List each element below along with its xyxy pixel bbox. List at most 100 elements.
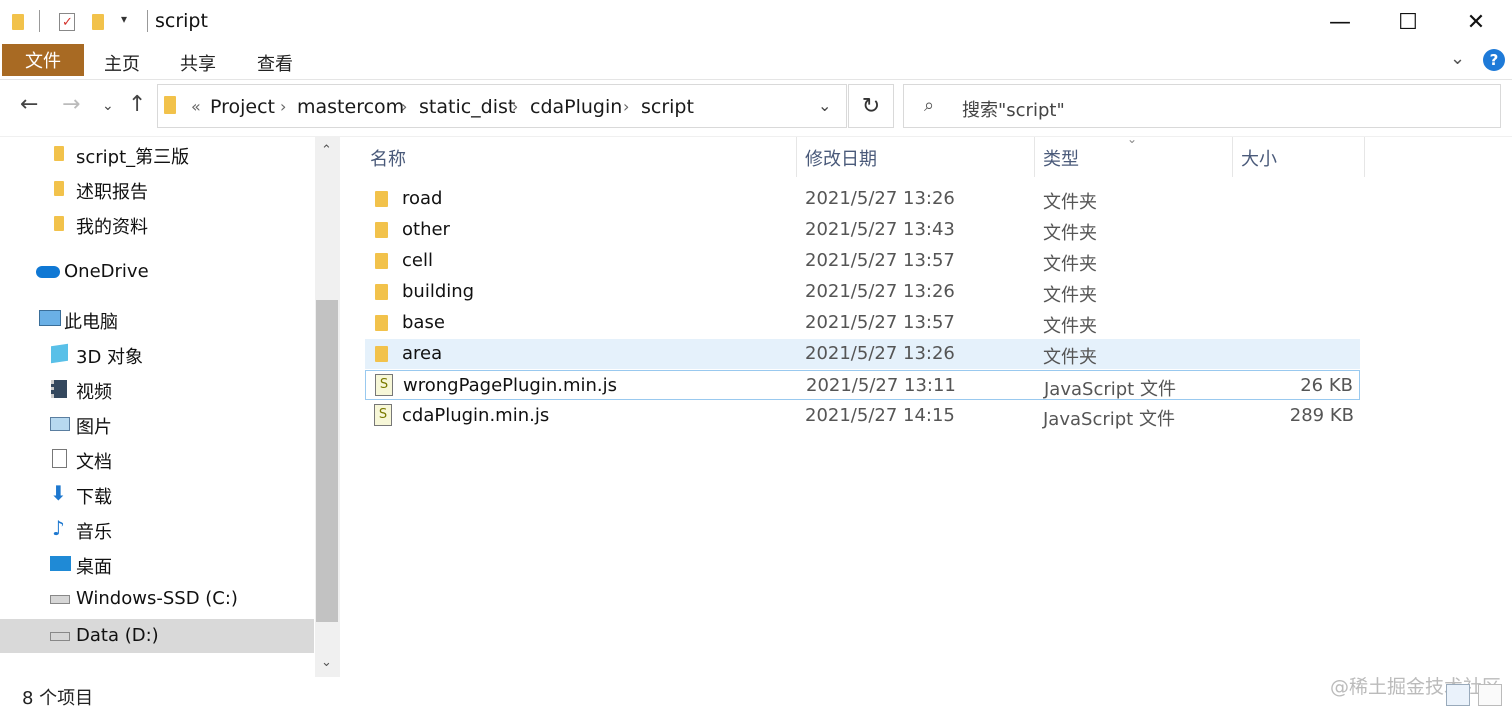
sidebar-item-documents[interactable]: 文档 <box>0 442 314 476</box>
large-icons-view-button[interactable] <box>1478 684 1502 706</box>
breadcrumb-project[interactable]: Project <box>210 96 275 118</box>
expand-ribbon-icon[interactable]: ⌄ <box>1450 48 1465 69</box>
scroll-up-icon[interactable]: ⌃ <box>321 143 332 158</box>
up-arrow-icon[interactable]: ↑ <box>128 92 146 117</box>
sidebar-item-drive-d[interactable]: Data (D:) <box>0 619 314 653</box>
sidebar-item-videos[interactable]: 视频 <box>0 372 314 406</box>
recent-locations-icon[interactable]: ⌄ <box>102 98 114 114</box>
sidebar-item-label: 述职报告 <box>76 182 148 203</box>
tab-view[interactable]: 查看 <box>257 50 293 76</box>
folder-icon <box>54 181 64 196</box>
file-type: 文件夹 <box>1043 347 1097 368</box>
sidebar-item-desktop[interactable]: 桌面 <box>0 547 314 581</box>
new-folder-icon[interactable] <box>90 11 108 31</box>
chevron-right-icon[interactable]: › <box>623 97 629 116</box>
close-button[interactable]: ✕ <box>1442 0 1510 44</box>
maximize-button[interactable]: ☐ <box>1374 0 1442 44</box>
sidebar-item-label: 下载 <box>76 487 112 508</box>
file-name: cell <box>402 250 433 271</box>
folder-icon <box>375 284 388 300</box>
status-item-count: 8 个项目 <box>22 688 94 709</box>
chevron-right-icon[interactable]: › <box>512 97 518 116</box>
document-icon <box>52 449 67 468</box>
navigation-pane[interactable]: script_第三版 述职报告 我的资料 OneDrive 此电脑 3D 对象 … <box>0 137 315 677</box>
drive-icon <box>50 632 70 641</box>
file-type: 文件夹 <box>1043 192 1097 213</box>
sidebar-item-music[interactable]: ♪ 音乐 <box>0 512 314 546</box>
help-button[interactable]: ? <box>1483 49 1505 71</box>
properties-icon[interactable]: ✓ <box>58 11 76 31</box>
column-divider[interactable] <box>1232 137 1233 177</box>
title-bar: ✓ ▾ script — ☐ ✕ <box>0 0 1512 44</box>
minimize-button[interactable]: — <box>1306 0 1374 44</box>
sidebar-item-onedrive[interactable]: OneDrive <box>0 255 314 289</box>
column-header-size[interactable]: 大小 <box>1241 145 1277 171</box>
file-row[interactable]: SwrongPagePlugin.min.js 2021/5/27 13:11 Ja… <box>365 370 1360 400</box>
desktop-icon <box>50 556 71 571</box>
forward-arrow-icon[interactable]: → <box>62 92 80 117</box>
file-date: 2021/5/27 13:57 <box>805 312 955 333</box>
tab-file[interactable]: 文件 <box>2 44 84 76</box>
tab-share[interactable]: 共享 <box>180 50 216 76</box>
sidebar-item-script[interactable]: script_第三版 <box>0 137 314 171</box>
refresh-icon: ↻ <box>861 93 881 119</box>
breadcrumb-script[interactable]: script <box>641 96 694 118</box>
file-date: 2021/5/27 13:26 <box>805 188 955 209</box>
sidebar-item-pictures[interactable]: 图片 <box>0 407 314 441</box>
file-date: 2021/5/27 14:15 <box>805 405 955 426</box>
sidebar-item-label: script_第三版 <box>76 147 190 168</box>
chevron-down-icon[interactable]: ⌄ <box>818 96 831 115</box>
column-divider[interactable] <box>796 137 797 177</box>
folder-icon <box>54 146 64 161</box>
column-header-type[interactable]: 类型 <box>1043 145 1079 171</box>
details-view-button[interactable] <box>1446 684 1470 706</box>
sidebar-item-downloads[interactable]: ⬇ 下载 <box>0 477 314 511</box>
column-header-name[interactable]: 名称 <box>370 145 406 171</box>
sidebar-item-label: Windows-SSD (C:) <box>76 588 238 609</box>
column-divider[interactable] <box>1364 137 1365 177</box>
scroll-down-icon[interactable]: ⌄ <box>321 655 332 670</box>
column-divider[interactable] <box>1034 137 1035 177</box>
file-type: JavaScript 文件 <box>1043 409 1175 430</box>
file-row[interactable]: ScdaPlugin.min.js 2021/5/27 14:15 JavaScri… <box>365 401 1360 431</box>
file-row[interactable]: cell 2021/5/27 13:57 文件夹 <box>365 246 1360 276</box>
file-row[interactable]: road 2021/5/27 13:26 文件夹 <box>365 184 1360 214</box>
column-header-date[interactable]: 修改日期 <box>805 145 877 171</box>
scrollbar-thumb[interactable] <box>316 300 338 622</box>
file-size: 289 KB <box>1289 405 1354 426</box>
refresh-button[interactable]: ↻ <box>848 84 894 128</box>
sidebar-item-my-files[interactable]: 我的资料 <box>0 207 314 241</box>
file-name: wrongPagePlugin.min.js <box>403 375 618 396</box>
sidebar-item-3d-objects[interactable]: 3D 对象 <box>0 337 314 371</box>
file-name: base <box>402 312 445 333</box>
picture-icon <box>50 417 70 431</box>
file-row[interactable]: building 2021/5/27 13:26 文件夹 <box>365 277 1360 307</box>
breadcrumb-static-dist[interactable]: static_dist <box>419 96 515 118</box>
search-icon: ⌕ <box>924 95 935 116</box>
sidebar-item-drive-c[interactable]: Windows-SSD (C:) <box>0 582 314 616</box>
file-type: JavaScript 文件 <box>1044 379 1176 400</box>
folder-icon <box>375 346 388 362</box>
chevron-right-icon[interactable]: › <box>280 97 286 116</box>
file-type: 文件夹 <box>1043 254 1097 275</box>
sidebar-item-this-pc[interactable]: 此电脑 <box>0 302 314 336</box>
file-row[interactable]: area 2021/5/27 13:26 文件夹 <box>365 339 1360 369</box>
overflow-icon[interactable]: « <box>191 97 201 116</box>
file-size: 26 KB <box>1300 375 1353 396</box>
chevron-right-icon[interactable]: › <box>401 97 407 116</box>
folder-icon <box>164 96 178 114</box>
tab-home[interactable]: 主页 <box>104 50 140 76</box>
breadcrumb-cdaplugin[interactable]: cdaPlugin <box>530 96 622 118</box>
sidebar-item-label: 音乐 <box>76 522 112 543</box>
sidebar-item-report[interactable]: 述职报告 <box>0 172 314 206</box>
customize-toolbar-icon[interactable]: ▾ <box>121 12 127 26</box>
breadcrumb-mastercom[interactable]: mastercom <box>297 96 404 118</box>
file-name: road <box>402 188 443 209</box>
cloud-icon <box>36 266 60 278</box>
back-arrow-icon[interactable]: ← <box>20 92 38 117</box>
file-row[interactable]: base 2021/5/27 13:57 文件夹 <box>365 308 1360 338</box>
file-row[interactable]: other 2021/5/27 13:43 文件夹 <box>365 215 1360 245</box>
file-name: cdaPlugin.min.js <box>402 405 550 426</box>
search-placeholder: 搜索"script" <box>962 100 1065 121</box>
file-name: building <box>402 281 475 302</box>
